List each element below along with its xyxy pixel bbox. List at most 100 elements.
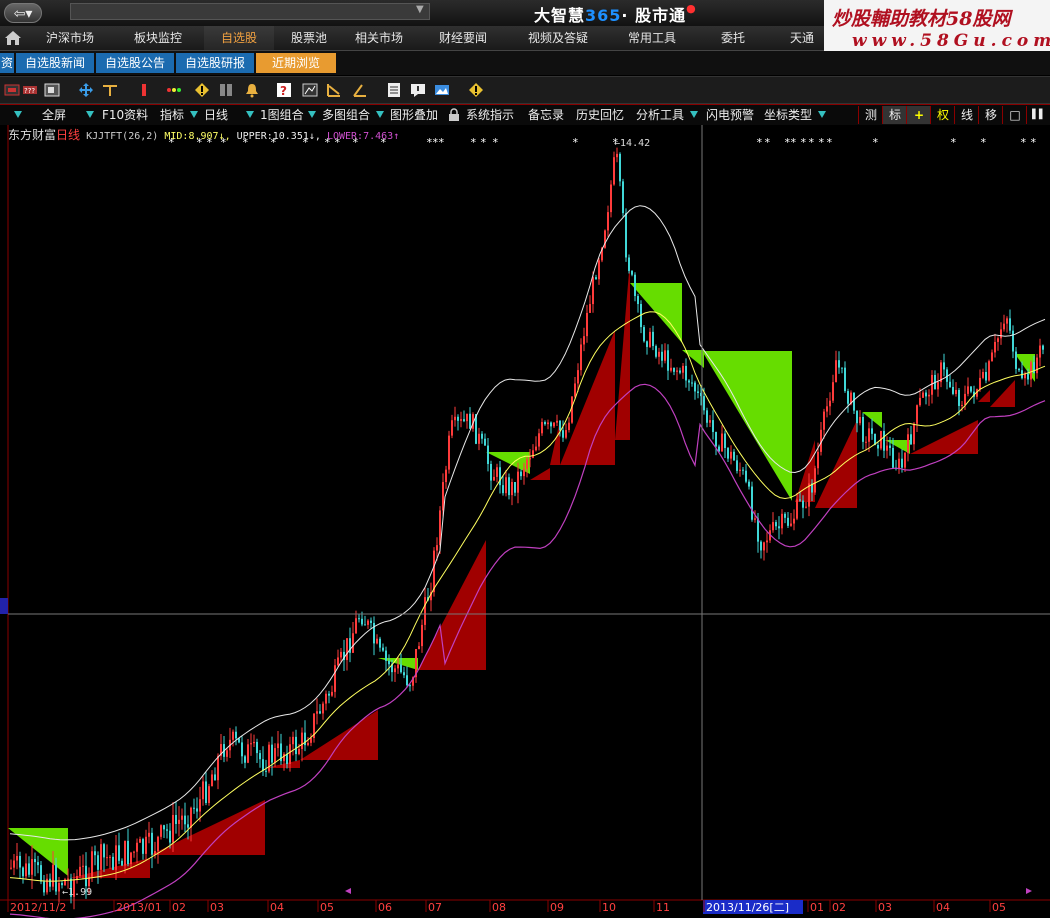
layout-button[interactable]: ▌▌ xyxy=(1026,106,1050,124)
candle-body xyxy=(91,851,93,877)
menu-single-combo[interactable]: 1图组合 xyxy=(260,105,304,125)
candle-body xyxy=(499,467,501,486)
dropdown-icon[interactable] xyxy=(14,111,22,118)
candle-body xyxy=(364,624,366,626)
nav-item-hs-market[interactable]: 沪深市场 xyxy=(28,26,112,50)
mid-label: MID: xyxy=(164,131,189,142)
candle-body xyxy=(487,445,489,464)
menu-memo[interactable]: 备忘录 xyxy=(528,105,564,125)
nav-item-tools[interactable]: 常用工具 xyxy=(612,26,692,50)
x-axis-label: 09 xyxy=(550,901,564,914)
x-axis-label: 05 xyxy=(992,901,1006,914)
menu-f10[interactable]: F10资料 xyxy=(102,105,148,125)
menu-axis-type[interactable]: 坐标类型 xyxy=(764,105,812,125)
menu-overlay[interactable]: 图形叠加 xyxy=(390,105,438,125)
nav-item-tiantong[interactable]: 天通 xyxy=(780,26,824,50)
candle-body xyxy=(382,647,384,651)
dropdown-icon[interactable] xyxy=(376,111,384,118)
red-bar-icon[interactable] xyxy=(136,82,152,98)
rights-button[interactable]: 权 xyxy=(930,106,955,124)
signal-star-marker: * xyxy=(572,136,579,149)
address-bar[interactable] xyxy=(70,3,430,20)
candle-body xyxy=(61,882,63,886)
zoom-in-button[interactable]: + xyxy=(906,106,931,124)
candle-body xyxy=(121,860,123,866)
menu-fullscreen[interactable]: 全屏 xyxy=(42,105,66,125)
dropdown-icon[interactable] xyxy=(246,111,254,118)
signal-star-marker: * xyxy=(1030,136,1037,149)
menu-multi-combo[interactable]: 多图组合 xyxy=(322,105,370,125)
back-button[interactable]: ⇦▾ xyxy=(4,3,42,23)
subtab-watchlist-notices[interactable]: 自选股公告 xyxy=(96,53,174,73)
nav-item-stock-pool[interactable]: 股票池 xyxy=(276,26,342,50)
subtab-watchlist-research[interactable]: 自选股研报 xyxy=(176,53,254,73)
bell-icon[interactable] xyxy=(244,82,260,98)
kline-chart[interactable]: * * * * * * * * * * * * * * * * * * * * * * * * * * * * * * * * ←14.42 … xyxy=(0,125,1050,918)
diamond-icon[interactable] xyxy=(468,82,484,98)
nav-item-finance-news[interactable]: 财经要闻 xyxy=(420,26,506,50)
menu-flash-alert[interactable]: 闪电预警 xyxy=(706,105,754,125)
sub-tab-bar: 资 自选股新闻 自选股公告 自选股研报 近期浏览 xyxy=(0,51,1050,75)
columns-icon[interactable] xyxy=(218,82,234,98)
candle-body xyxy=(961,404,963,406)
angle-tool-icon[interactable] xyxy=(352,82,368,98)
subtab-watchlist-news[interactable]: 自选股新闻 xyxy=(16,53,94,73)
line-tool-icon[interactable] xyxy=(326,82,342,98)
chart-box-icon[interactable] xyxy=(302,82,318,98)
line-button[interactable]: 线 xyxy=(954,106,979,124)
candle-body xyxy=(160,825,162,837)
home-icon[interactable] xyxy=(4,30,22,46)
candle-body xyxy=(592,277,594,305)
address-dropdown-icon[interactable]: ▼ xyxy=(416,4,424,15)
indicator-info: 东方财富日线 KJJTFT(26,2) MID:8.907↓, UPPER:10… xyxy=(8,128,400,142)
candle-body xyxy=(25,863,27,877)
nav-item-sector-monitor[interactable]: 板块监控 xyxy=(116,26,200,50)
move-icon[interactable] xyxy=(78,82,94,98)
traffic-light-icon[interactable] xyxy=(166,82,182,98)
message-icon[interactable] xyxy=(410,82,426,98)
dropdown-icon[interactable] xyxy=(690,111,698,118)
candle-body xyxy=(538,433,540,447)
menu-daily[interactable]: 日线 xyxy=(204,105,228,125)
candle-body xyxy=(28,863,30,875)
candle-body xyxy=(10,867,12,869)
candle-body xyxy=(337,657,339,666)
grid-icon[interactable]: ??? xyxy=(22,82,38,98)
nav-item-watchlist[interactable]: 自选股 xyxy=(204,26,274,50)
menu-history[interactable]: 历史回忆 xyxy=(576,105,624,125)
subtab-recent[interactable]: 近期浏览 xyxy=(256,53,336,73)
menu-analysis-tools[interactable]: 分析工具 xyxy=(636,105,684,125)
subtab-first[interactable]: 资 xyxy=(0,53,14,73)
dropdown-icon[interactable] xyxy=(308,111,316,118)
candle-body xyxy=(970,386,972,392)
dropdown-icon[interactable] xyxy=(190,111,198,118)
svg-text:?: ? xyxy=(280,84,287,98)
dropdown-icon[interactable] xyxy=(86,111,94,118)
candle-body xyxy=(541,422,543,434)
photo-icon[interactable] xyxy=(434,82,450,98)
candle-body xyxy=(799,499,801,501)
menu-indicator[interactable]: 指标 xyxy=(160,105,184,125)
window-button[interactable]: □ xyxy=(1002,106,1027,124)
align-icon[interactable] xyxy=(102,82,118,98)
list-icon[interactable] xyxy=(386,82,402,98)
signal-star-marker: * xyxy=(808,136,815,149)
dropdown-icon[interactable] xyxy=(818,111,826,118)
chart-window-icon[interactable] xyxy=(44,82,60,98)
nav-item-related-market[interactable]: 相关市场 xyxy=(344,26,414,50)
warning-icon[interactable] xyxy=(194,82,210,98)
measure-button[interactable]: 测 xyxy=(858,106,883,124)
candle-body xyxy=(199,799,201,812)
question-icon[interactable]: ? xyxy=(276,82,292,98)
menu-toggle-icon[interactable] xyxy=(4,82,20,98)
nav-item-video-qa[interactable]: 视频及答疑 xyxy=(510,26,606,50)
lock-icon[interactable] xyxy=(448,108,460,122)
nav-item-trade[interactable]: 委托 xyxy=(700,26,766,50)
menu-system-indicator[interactable]: 系统指示 xyxy=(466,105,514,125)
candle-body xyxy=(157,836,159,852)
candle-body xyxy=(406,675,408,686)
upper-label: UPPER: xyxy=(236,131,273,142)
mark-button[interactable]: 标 xyxy=(882,106,907,124)
move-button[interactable]: 移 xyxy=(978,106,1003,124)
signal-star-marker: * xyxy=(872,136,879,149)
